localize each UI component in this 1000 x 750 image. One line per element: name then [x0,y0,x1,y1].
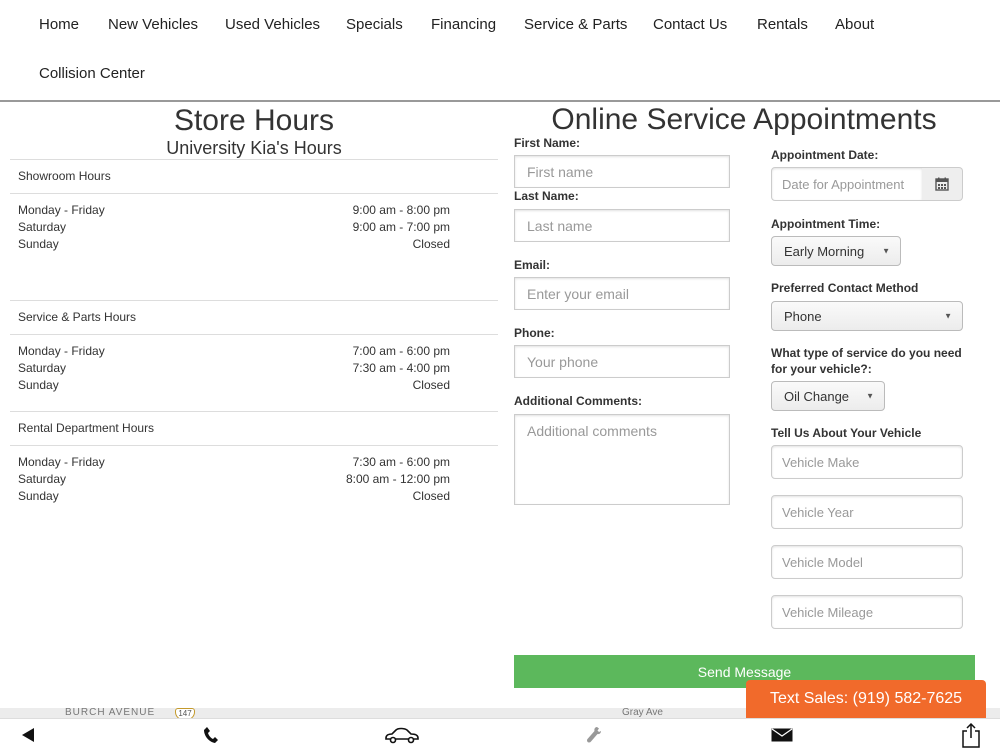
email-input[interactable]: Enter your email [514,277,730,310]
hours-time: 8:00 am - 12:00 pm [345,472,450,486]
store-hours-subtitle: University Kia's Hours [166,138,342,158]
service-type-select[interactable]: Oil Change ▼ [771,381,885,411]
hours-row: Sunday Closed [10,377,498,394]
hours-time: 7:30 am - 6:00 pm [352,455,450,469]
hours-day: Saturday [18,472,67,486]
vehicle-mileage-input[interactable]: Vehicle Mileage [771,595,963,629]
hours-day: Monday - Friday [18,344,105,358]
hours-day: Saturday [18,220,67,234]
hours-day: Sunday [18,378,59,392]
nav-rentals[interactable]: Rentals [757,16,808,33]
hours-row: Sunday Closed [10,236,498,253]
service-type-value: Oil Change [784,388,850,404]
appointment-date-input[interactable]: Date for Appointment [771,167,923,201]
dropdown-arrow-icon: ▼ [882,246,890,256]
email-button[interactable] [770,723,794,747]
hours-row: Saturday 8:00 am - 12:00 pm [10,471,498,488]
comments-label: Additional Comments: [514,394,642,408]
hours-time: 7:00 am - 6:00 pm [352,344,450,358]
first-name-input[interactable]: First name [514,155,730,188]
dropdown-arrow-icon: ▼ [944,311,952,321]
hours-row: Saturday 7:30 am - 4:00 pm [10,360,498,377]
vehicle-model-input[interactable]: Vehicle Model [771,545,963,579]
mail-icon [771,728,793,742]
calendar-icon [935,177,949,191]
phone-label: Phone: [514,326,555,340]
hours-day: Monday - Friday [18,203,105,217]
email-label: Email: [514,258,551,272]
back-arrow-icon [22,728,34,742]
store-hours-title: Store Hours [173,104,335,137]
share-icon [962,722,980,748]
hours-row: Monday - Friday 7:30 am - 6:00 pm [10,454,498,471]
store-hours-panel: Store Hours University Kia's Hours Showr… [10,103,498,505]
contact-method-label: Preferred Contact Method [771,281,919,295]
wrench-icon [587,727,601,743]
last-name-input[interactable]: Last name [514,209,730,242]
appointment-time-label: Appointment Time: [771,217,881,231]
nav-used-vehicles[interactable]: Used Vehicles [225,16,320,33]
vehicle-year-input[interactable]: Vehicle Year [771,495,963,529]
divider [10,411,498,412]
service-type-label-line1: What type of service do you need [771,346,962,360]
vehicle-make-input[interactable]: Vehicle Make [771,445,963,479]
calendar-button[interactable] [922,167,963,201]
first-name-label: First Name: [514,136,581,150]
hours-time: 9:00 am - 8:00 pm [352,203,450,217]
hours-day: Monday - Friday [18,455,105,469]
vehicle-info-label: Tell Us About Your Vehicle [771,426,922,440]
hours-time: 7:30 am - 4:00 pm [352,361,450,375]
hours-row: Monday - Friday 9:00 am - 8:00 pm [10,202,498,219]
back-button[interactable] [18,723,38,747]
nav-collision-center[interactable]: Collision Center [39,65,145,82]
section-title-service: Service & Parts Hours [18,310,137,324]
text-sales-button[interactable]: Text Sales: (919) 582-7625 [746,680,986,718]
nav-home[interactable]: Home [39,16,79,33]
appointment-date-label: Appointment Date: [771,148,879,162]
nav-contact-us[interactable]: Contact Us [653,16,727,33]
hours-row: Monday - Friday 7:00 am - 6:00 pm [10,343,498,360]
appointment-time-value: Early Morning [784,243,865,259]
phone-input[interactable]: Your phone [514,345,730,378]
nav-about[interactable]: About [835,16,874,33]
form-title: Online Service Appointments [551,103,937,136]
nav-specials[interactable]: Specials [346,16,403,33]
contact-method-select[interactable]: Phone ▼ [771,301,963,331]
hours-time: Closed [412,489,450,503]
hours-time: Closed [412,237,450,251]
map-road-label: BURCH AVENUE [65,708,156,718]
comments-textarea[interactable]: Additional comments [514,414,730,505]
hours-time: 9:00 am - 7:00 pm [352,220,450,234]
last-name-label: Last Name: [514,189,579,203]
hours-time: Closed [412,378,450,392]
bottom-toolbar [0,718,1000,750]
hours-day: Sunday [18,489,59,503]
hours-day: Sunday [18,237,59,251]
main-navigation: Home New Vehicles Used Vehicles Specials… [0,0,1000,102]
map-road-label: Gray Ave [622,708,663,718]
section-title-showroom: Showroom Hours [18,169,111,183]
divider [10,300,498,301]
service-button[interactable] [584,723,604,747]
contact-method-value: Phone [784,308,822,324]
phone-icon [204,727,218,743]
hours-row: Sunday Closed [10,488,498,505]
divider [10,159,498,160]
service-type-label-line2: for your vehicle?: [771,362,872,376]
appointment-time-select[interactable]: Early Morning ▼ [771,236,901,266]
nav-service-parts[interactable]: Service & Parts [524,16,627,33]
hours-row: Saturday 9:00 am - 7:00 pm [10,219,498,236]
nav-financing[interactable]: Financing [431,16,496,33]
section-title-rental: Rental Department Hours [18,421,155,435]
call-button[interactable] [200,723,222,747]
dropdown-arrow-icon: ▼ [866,391,874,401]
inventory-button[interactable] [384,723,420,747]
hours-day: Saturday [18,361,67,375]
nav-new-vehicles[interactable]: New Vehicles [108,16,198,33]
share-button[interactable] [960,721,982,749]
car-icon [385,727,419,744]
